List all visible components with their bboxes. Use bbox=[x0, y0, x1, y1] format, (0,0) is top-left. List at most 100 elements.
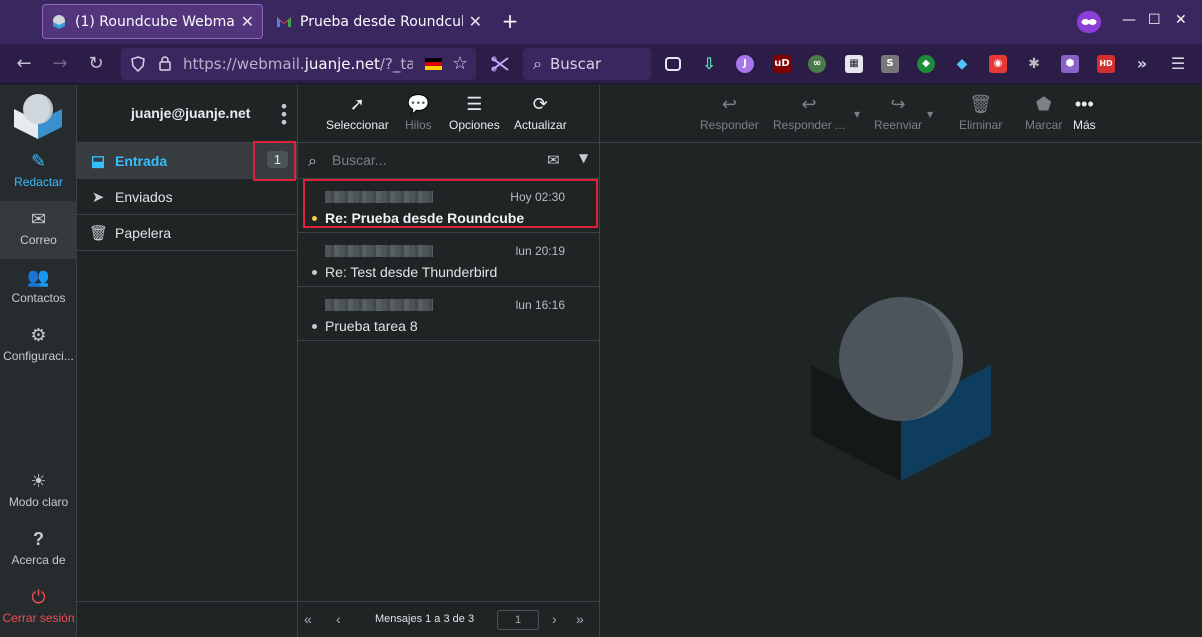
roundcube-logo-icon[interactable] bbox=[12, 89, 64, 141]
nav-about[interactable]: ? Acerca de bbox=[0, 521, 77, 579]
message-content-panel: ↩ Responder ↩ Responder ... ▼ ↪ Reenviar… bbox=[600, 85, 1202, 637]
url-bar[interactable]: https://webmail.juanje.net/?_task ☆ bbox=[121, 48, 476, 80]
reply-all-label: Responder ... bbox=[773, 118, 846, 132]
sun-icon: ☀ bbox=[30, 471, 47, 491]
next-page-icon[interactable]: › bbox=[552, 611, 557, 627]
delete-button[interactable]: 🗑 Eliminar bbox=[959, 93, 1002, 132]
folder-options-icon[interactable]: • • • bbox=[277, 99, 291, 131]
nav-contacts[interactable]: 👥 Contactos bbox=[0, 259, 77, 317]
nav-logout[interactable]: ⏻ Cerrar sesión bbox=[0, 579, 77, 637]
close-window-icon[interactable]: ✕ bbox=[1175, 12, 1187, 28]
browser-search-bar[interactable]: ⌕ Buscar bbox=[523, 48, 651, 80]
tab-title: (1) Roundcube Webmail bbox=[75, 13, 235, 30]
gem-icon[interactable]: ◆ bbox=[953, 55, 971, 73]
roundcube-watermark-logo-icon bbox=[811, 297, 991, 481]
list-search-input[interactable]: Buscar... bbox=[332, 152, 386, 168]
list-toolbar: ➚ Seleccionar 💬 Hilos ☰ Opciones ⟳ Actua… bbox=[298, 85, 599, 143]
nav-light-mode-label: Modo claro bbox=[8, 495, 69, 509]
lock-icon[interactable] bbox=[158, 55, 172, 72]
folder-sent[interactable]: ➤ Enviados bbox=[77, 179, 297, 215]
camera-icon[interactable]: ◉ bbox=[989, 55, 1007, 73]
list-search-row: ⌕ Buscar... ✉ ▼ bbox=[298, 143, 599, 179]
page-number-input[interactable]: 1 bbox=[497, 610, 539, 630]
download-icon[interactable]: ⇩ bbox=[700, 55, 718, 73]
folder-trash-label: Papelera bbox=[115, 224, 172, 241]
reload-icon[interactable]: ↻ bbox=[84, 52, 108, 76]
url-suffix: /?_task bbox=[379, 55, 413, 73]
cube-icon[interactable]: ⬢ bbox=[1061, 55, 1079, 73]
tab-roundcube[interactable]: (1) Roundcube Webmail ✕ bbox=[42, 4, 263, 39]
bug-icon[interactable]: ✱ bbox=[1025, 55, 1043, 73]
select-button[interactable]: ➚ Seleccionar bbox=[326, 93, 389, 132]
message-subject: Re: Test desde Thunderbird bbox=[325, 264, 498, 280]
minimize-window-icon[interactable]: — bbox=[1122, 12, 1136, 28]
close-tab-icon[interactable]: ✕ bbox=[469, 12, 482, 31]
folder-trash[interactable]: 🗑 Papelera bbox=[77, 215, 297, 251]
search-placeholder: Buscar bbox=[549, 55, 602, 73]
close-tab-icon[interactable]: ✕ bbox=[241, 12, 254, 31]
nav-light-mode[interactable]: ☀ Modo claro bbox=[0, 463, 77, 521]
refresh-button[interactable]: ⟳ Actualizar bbox=[514, 93, 567, 132]
browser-tab-bar: (1) Roundcube Webmail ✕ Prueba desde Rou… bbox=[0, 0, 1202, 44]
message-row[interactable]: lun 20:19 Re: Test desde Thunderbird bbox=[298, 233, 599, 287]
tab-gmail[interactable]: Prueba desde Roundcube ✕ bbox=[268, 4, 490, 39]
qr-code-icon[interactable]: ▦ bbox=[845, 55, 863, 73]
compose-icon: ✎ bbox=[30, 151, 47, 171]
shield-icon[interactable] bbox=[131, 56, 145, 72]
privacy-badger-icon[interactable]: ∞ bbox=[808, 55, 826, 73]
nav-logout-label: Cerrar sesión bbox=[2, 611, 75, 625]
s-extension-icon[interactable]: S bbox=[881, 55, 899, 73]
roundcube-app: ✎ Redactar ✉ Correo 👥 Contactos ⚙ Config… bbox=[0, 85, 1202, 637]
envelope-icon: ✉ bbox=[30, 209, 47, 229]
hd-icon[interactable]: HD bbox=[1097, 55, 1115, 73]
green-extension-icon[interactable]: ◆ bbox=[917, 55, 935, 73]
search-scope-envelope-icon[interactable]: ✉ bbox=[547, 151, 560, 169]
profile-j-icon[interactable]: J bbox=[736, 55, 754, 73]
more-button[interactable]: ••• Más bbox=[1073, 93, 1096, 132]
trash-icon: 🗑 bbox=[969, 94, 993, 114]
maximize-window-icon[interactable]: ☐ bbox=[1148, 12, 1161, 28]
tag-icon: ⬟ bbox=[1035, 94, 1052, 114]
reply-all-button[interactable]: ↩ Responder ... bbox=[773, 93, 845, 132]
forward-button[interactable]: ↪ Reenviar bbox=[874, 93, 922, 132]
threads-button[interactable]: 💬 Hilos bbox=[405, 93, 432, 132]
nav-settings[interactable]: ⚙ Configuraci... bbox=[0, 317, 77, 375]
highlight-unread-badge bbox=[253, 141, 296, 181]
message-row[interactable]: lun 16:16 Prueba tarea 8 bbox=[298, 287, 599, 341]
users-icon: 👥 bbox=[27, 267, 50, 287]
forward-icon[interactable]: → bbox=[48, 52, 72, 76]
list-pager: « ‹ Mensajes 1 a 3 de 3 1 › » bbox=[298, 601, 599, 637]
screenshot-icon[interactable] bbox=[490, 56, 510, 72]
first-page-icon[interactable]: « bbox=[304, 611, 312, 627]
tab-title: Prueba desde Roundcube bbox=[300, 13, 463, 30]
forward-dropdown-icon[interactable]: ▼ bbox=[927, 110, 933, 119]
german-flag-icon[interactable] bbox=[425, 58, 442, 70]
reply-all-dropdown-icon[interactable]: ▼ bbox=[854, 110, 860, 119]
previous-page-icon[interactable]: ‹ bbox=[336, 611, 341, 627]
more-extensions-icon[interactable]: » bbox=[1133, 55, 1151, 73]
forward-icon: ↪ bbox=[890, 94, 906, 114]
trash-icon: 🗑 bbox=[89, 224, 109, 242]
pocket-icon[interactable] bbox=[665, 57, 681, 71]
sender-redacted bbox=[325, 299, 433, 311]
reply-icon: ↩ bbox=[721, 94, 737, 114]
chevron-down-icon[interactable]: ▼ bbox=[579, 151, 588, 165]
mark-button[interactable]: ⬟ Marcar bbox=[1025, 93, 1062, 132]
content-toolbar: ↩ Responder ↩ Responder ... ▼ ↪ Reenviar… bbox=[600, 85, 1202, 143]
ublock-icon[interactable]: uD bbox=[773, 55, 791, 73]
new-tab-button[interactable]: + bbox=[498, 9, 522, 33]
message-list-panel: ➚ Seleccionar 💬 Hilos ☰ Opciones ⟳ Actua… bbox=[298, 85, 600, 637]
reply-button[interactable]: ↩ Responder bbox=[700, 93, 759, 132]
back-icon[interactable]: ← bbox=[12, 52, 36, 76]
last-page-icon[interactable]: » bbox=[576, 611, 584, 627]
bookmark-star-icon[interactable]: ☆ bbox=[452, 53, 468, 74]
menu-hamburger-icon[interactable]: ☰ bbox=[1169, 55, 1187, 73]
options-button[interactable]: ☰ Opciones bbox=[449, 93, 500, 132]
left-navigation: ✎ Redactar ✉ Correo 👥 Contactos ⚙ Config… bbox=[0, 85, 77, 637]
reply-all-icon: ↩ bbox=[801, 94, 817, 114]
refresh-icon: ⟳ bbox=[532, 94, 548, 114]
nav-compose-label: Redactar bbox=[14, 175, 63, 189]
nav-compose[interactable]: ✎ Redactar bbox=[0, 143, 77, 201]
nav-mail[interactable]: ✉ Correo bbox=[0, 201, 77, 259]
message-count: Mensajes 1 a 3 de 3 bbox=[375, 613, 475, 625]
